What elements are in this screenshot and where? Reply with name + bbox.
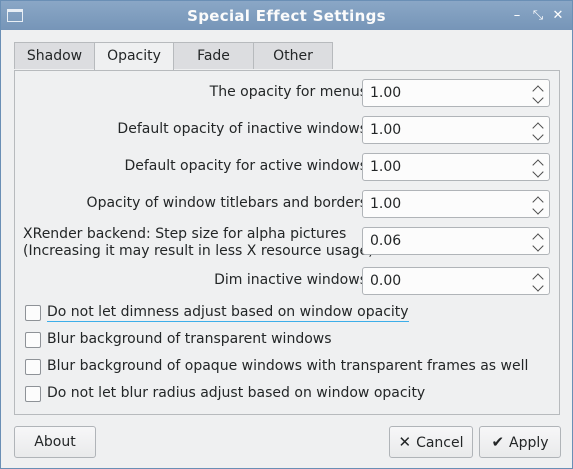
dimness-adjust-label[interactable]: Do not let dimness adjust based on windo…: [47, 304, 409, 322]
spinbox-value: 1.00: [370, 159, 402, 175]
cancel-icon: ✕: [398, 433, 412, 451]
xrender-step-spinbox[interactable]: 0.06: [362, 227, 550, 255]
spin-arrows-icon[interactable]: [532, 193, 545, 215]
titlebar-opacity-label: Opacity of window titlebars and borders: [86, 195, 367, 211]
spinbox-value: 0.06: [370, 233, 402, 249]
spin-arrows-icon[interactable]: [532, 119, 545, 141]
blur-radius-checkbox[interactable]: [25, 386, 41, 402]
cancel-label: Cancel: [416, 435, 464, 451]
tab-opacity[interactable]: Opacity: [94, 42, 174, 71]
spin-arrows-icon[interactable]: [532, 156, 545, 178]
titlebar-opacity-spinbox[interactable]: 1.00: [362, 190, 550, 218]
inactive-opacity-spinbox[interactable]: 1.00: [362, 116, 550, 144]
blur-transparent-label[interactable]: Blur background of transparent windows: [47, 331, 332, 347]
spinbox-value: 0.00: [370, 273, 402, 289]
maximize-button[interactable]: ⤡: [530, 8, 546, 24]
active-opacity-spinbox[interactable]: 1.00: [362, 153, 550, 181]
dim-inactive-label: Dim inactive windows: [214, 272, 367, 288]
apply-label: Apply: [509, 435, 549, 451]
minimize-button[interactable]: –: [509, 8, 525, 24]
xrender-step-label: XRender backend: Step size for alpha pic…: [23, 226, 374, 260]
inactive-opacity-label: Default opacity of inactive windows: [117, 121, 367, 137]
apply-icon: ✔: [491, 433, 505, 451]
spin-arrows-icon[interactable]: [532, 82, 545, 104]
blur-opaque-label[interactable]: Blur background of opaque windows with t…: [47, 358, 528, 374]
blur-radius-label[interactable]: Do not let blur radius adjust based on w…: [47, 385, 425, 401]
title-bar[interactable]: Special Effect Settings – ⤡ ✕: [1, 1, 572, 30]
active-opacity-label: Default opacity for active windows: [124, 158, 367, 174]
settings-window: Special Effect Settings – ⤡ ✕ Shadow Opa…: [0, 0, 573, 469]
blur-opaque-checkbox[interactable]: [25, 359, 41, 375]
spin-arrows-icon[interactable]: [532, 270, 545, 292]
blur-transparent-checkbox[interactable]: [25, 332, 41, 348]
tab-fade[interactable]: Fade: [173, 42, 254, 69]
menu-opacity-label: The opacity for menus: [209, 84, 367, 100]
dimness-adjust-checkbox[interactable]: [25, 305, 41, 321]
spinbox-value: 1.00: [370, 85, 402, 101]
about-button[interactable]: About: [14, 426, 96, 458]
cancel-button[interactable]: ✕ Cancel: [389, 426, 473, 458]
menu-opacity-spinbox[interactable]: 1.00: [362, 79, 550, 107]
dim-inactive-spinbox[interactable]: 0.00: [362, 267, 550, 295]
xrender-step-label-line2: (Increasing it may result in less X reso…: [23, 243, 374, 259]
xrender-step-label-line1: XRender backend: Step size for alpha pic…: [23, 226, 347, 242]
close-button[interactable]: ✕: [550, 8, 566, 24]
spin-arrows-icon[interactable]: [532, 230, 545, 252]
tab-shadow[interactable]: Shadow: [14, 42, 95, 69]
apply-button[interactable]: ✔ Apply: [479, 426, 561, 458]
spinbox-value: 1.00: [370, 196, 402, 212]
spinbox-value: 1.00: [370, 122, 402, 138]
tab-other[interactable]: Other: [253, 42, 333, 69]
window-title: Special Effect Settings: [187, 7, 386, 25]
